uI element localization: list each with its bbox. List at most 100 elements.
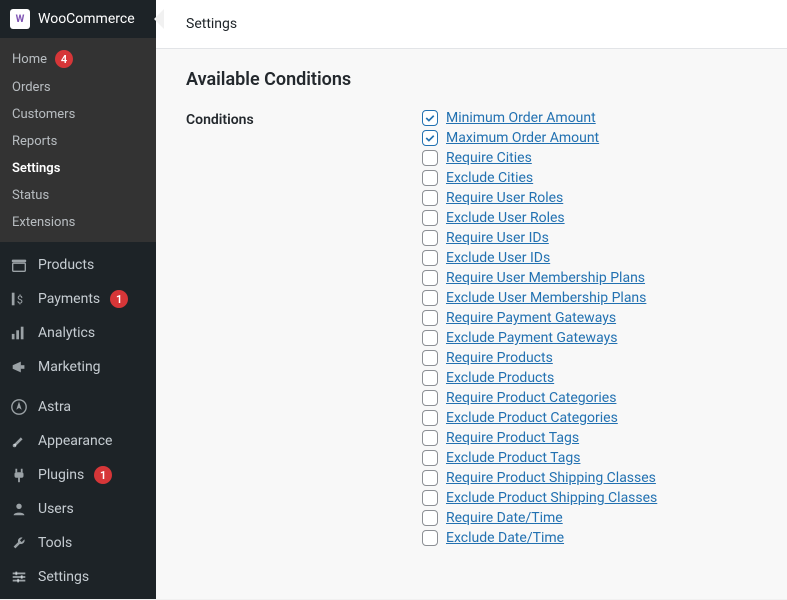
condition-checkbox[interactable]	[422, 410, 438, 426]
condition-link[interactable]: Exclude User IDs	[446, 250, 550, 266]
condition-checkbox[interactable]	[422, 150, 438, 166]
condition-link[interactable]: Exclude Cities	[446, 170, 533, 186]
condition-link[interactable]: Require User Roles	[446, 190, 563, 206]
condition-link[interactable]: Require Date/Time	[446, 510, 563, 526]
condition-item: Require User IDs	[422, 230, 657, 246]
conditions-row: Conditions Minimum Order Amount Maximum O…	[186, 110, 757, 546]
mainnav-item-label: Astra	[38, 399, 71, 415]
condition-item: Require Date/Time	[422, 510, 657, 526]
subnav-item-label: Extensions	[12, 215, 75, 230]
condition-link[interactable]: Exclude Product Shipping Classes	[446, 490, 657, 506]
archive-icon	[10, 256, 28, 274]
condition-checkbox[interactable]	[422, 170, 438, 186]
subnav-item-status[interactable]: Status	[0, 182, 156, 209]
condition-item: Require Products	[422, 350, 657, 366]
subnav-item-label: Settings	[12, 161, 60, 176]
mainnav-item-label: Products	[38, 257, 94, 273]
mainnav-item-products[interactable]: Products	[0, 248, 156, 282]
mainnav-item-label: Marketing	[38, 359, 101, 375]
condition-item: Require User Membership Plans	[422, 270, 657, 286]
condition-checkbox[interactable]	[422, 350, 438, 366]
astra-icon	[10, 398, 28, 416]
condition-checkbox[interactable]	[422, 290, 438, 306]
sidebar-brand-header[interactable]: W WooCommerce	[0, 0, 156, 38]
mainnav-item-astra[interactable]: Astra	[0, 390, 156, 424]
condition-item: Require Cities	[422, 150, 657, 166]
mainnav-item-label: Tools	[38, 535, 72, 551]
condition-link[interactable]: Exclude Products	[446, 370, 554, 386]
notification-badge: 1	[94, 466, 112, 484]
subnav-item-label: Reports	[12, 134, 57, 149]
condition-link[interactable]: Require User IDs	[446, 230, 549, 246]
condition-link[interactable]: Exclude Payment Gateways	[446, 330, 617, 346]
admin-sidebar: W WooCommerce Home4OrdersCustomers Report…	[0, 0, 156, 599]
mainnav-item-settings[interactable]: Settings	[0, 560, 156, 594]
mainnav-item-plugins[interactable]: Plugins1	[0, 458, 156, 492]
condition-checkbox[interactable]	[422, 310, 438, 326]
subnav-item-customers[interactable]: Customers	[0, 101, 156, 128]
condition-link[interactable]: Exclude Product Categories	[446, 410, 618, 426]
condition-item: Require User Roles	[422, 190, 657, 206]
page-title: Settings	[156, 0, 787, 49]
subnav-item-orders[interactable]: Orders	[0, 74, 156, 101]
condition-checkbox[interactable]	[422, 250, 438, 266]
mainnav-item-marketing[interactable]: Marketing	[0, 350, 156, 384]
condition-link[interactable]: Exclude User Membership Plans	[446, 290, 646, 306]
condition-checkbox[interactable]	[422, 470, 438, 486]
condition-link[interactable]: Exclude Product Tags	[446, 450, 580, 466]
condition-link[interactable]: Require User Membership Plans	[446, 270, 645, 286]
condition-checkbox[interactable]	[422, 510, 438, 526]
condition-item: Exclude Payment Gateways	[422, 330, 657, 346]
condition-link[interactable]: Exclude User Roles	[446, 210, 565, 226]
condition-checkbox[interactable]	[422, 210, 438, 226]
conditions-row-label: Conditions	[186, 110, 422, 546]
condition-checkbox[interactable]	[422, 370, 438, 386]
notification-badge: 1	[110, 290, 128, 308]
condition-link[interactable]: Require Cities	[446, 150, 532, 166]
mainnav-item-payments[interactable]: $Payments1	[0, 282, 156, 316]
subnav-item-home[interactable]: Home4	[0, 44, 156, 74]
woocommerce-submenu: Home4OrdersCustomers Reports Settings Statu…	[0, 38, 156, 242]
condition-checkbox[interactable]	[422, 490, 438, 506]
megaphone-icon	[10, 358, 28, 376]
condition-checkbox[interactable]	[422, 450, 438, 466]
mainnav-item-users[interactable]: Users	[0, 492, 156, 526]
subnav-item-settings[interactable]: Settings	[0, 155, 156, 182]
condition-link[interactable]: Maximum Order Amount	[446, 130, 599, 146]
condition-link[interactable]: Require Payment Gateways	[446, 310, 616, 326]
condition-link[interactable]: Require Products	[446, 350, 553, 366]
brand-title: WooCommerce	[38, 11, 135, 27]
condition-checkbox[interactable]	[422, 390, 438, 406]
condition-checkbox[interactable]	[422, 270, 438, 286]
condition-checkbox[interactable]	[422, 110, 438, 126]
user-icon	[10, 500, 28, 518]
subnav-item-reports[interactable]: Reports	[0, 128, 156, 155]
condition-item: Exclude Product Shipping Classes	[422, 490, 657, 506]
condition-checkbox[interactable]	[422, 130, 438, 146]
condition-item: Require Payment Gateways	[422, 310, 657, 326]
condition-link[interactable]: Require Product Categories	[446, 390, 616, 406]
subnav-item-extensions[interactable]: Extensions	[0, 209, 156, 236]
brush-icon	[10, 432, 28, 450]
mainnav-item-appearance[interactable]: Appearance	[0, 424, 156, 458]
mainnav-item-analytics[interactable]: Analytics	[0, 316, 156, 350]
settings-content: Settings Available Conditions Conditions…	[156, 0, 787, 599]
mainnav-item-label: Payments	[38, 291, 100, 307]
mainnav-item-label: Settings	[38, 569, 89, 585]
condition-item: Exclude Cities	[422, 170, 657, 186]
condition-checkbox[interactable]	[422, 530, 438, 546]
condition-link[interactable]: Minimum Order Amount	[446, 110, 596, 126]
condition-item: Minimum Order Amount	[422, 110, 657, 126]
condition-checkbox[interactable]	[422, 190, 438, 206]
condition-checkbox[interactable]	[422, 230, 438, 246]
condition-link[interactable]: Exclude Date/Time	[446, 530, 564, 546]
mainnav-item-label: Users	[38, 501, 74, 517]
condition-checkbox[interactable]	[422, 330, 438, 346]
condition-item: Exclude User IDs	[422, 250, 657, 266]
condition-checkbox[interactable]	[422, 430, 438, 446]
condition-item: Exclude Product Tags	[422, 450, 657, 466]
condition-link[interactable]: Require Product Tags	[446, 430, 579, 446]
condition-item: Exclude Product Categories	[422, 410, 657, 426]
condition-link[interactable]: Require Product Shipping Classes	[446, 470, 656, 486]
mainnav-item-tools[interactable]: Tools	[0, 526, 156, 560]
